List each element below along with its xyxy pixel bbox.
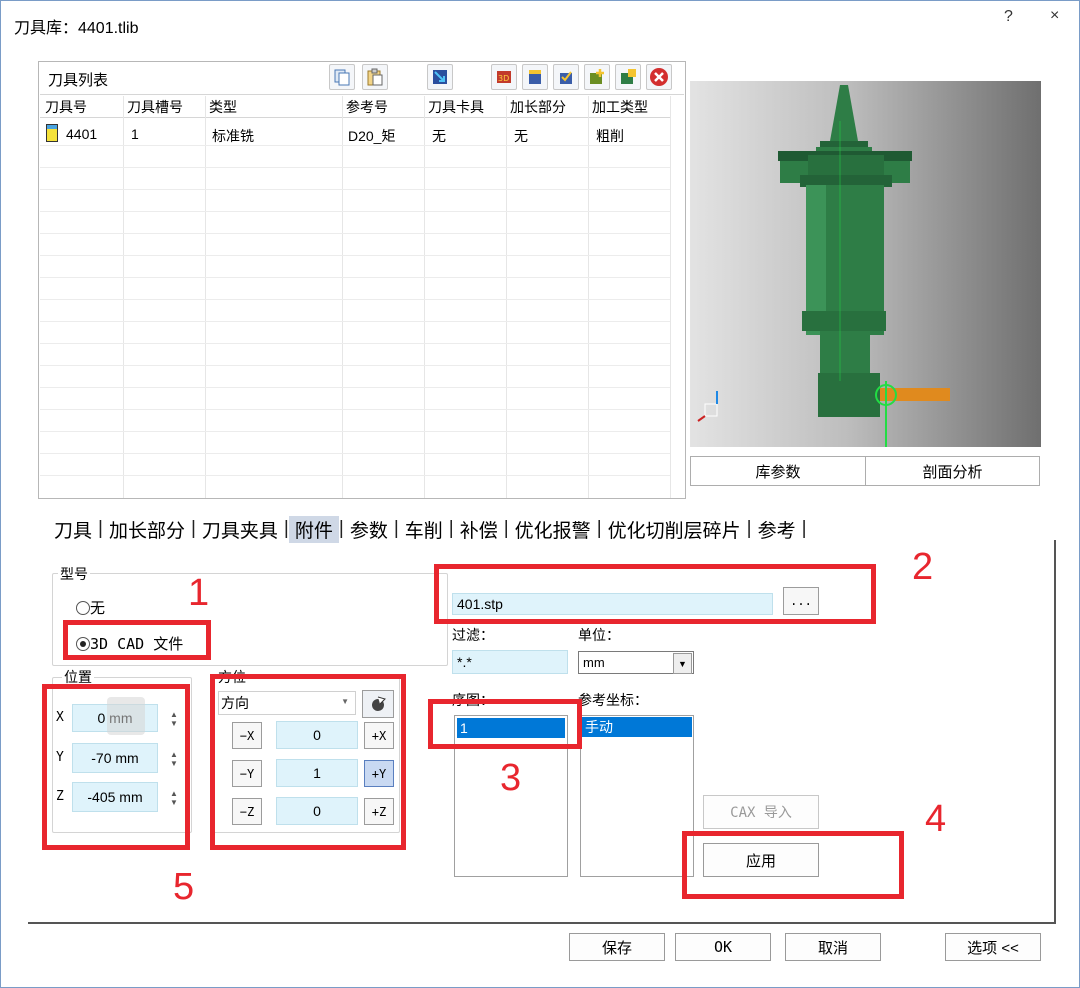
tool-holder-cell[interactable]: 无 [432,126,446,146]
tab-extension[interactable]: 加长部分 [103,516,191,543]
tool-ref-cell[interactable]: D20_矩 [348,126,395,146]
tab-optimize-layer-fragments[interactable]: 优化切削层碎片 [602,516,747,543]
tab-compensation[interactable]: 补偿 [454,516,504,543]
paste-icon[interactable] [362,64,388,90]
grid-divider [670,96,671,498]
column-tool-slot[interactable]: 刀具槽号 [127,97,183,117]
grid-row-line [40,365,670,366]
column-extension[interactable]: 加长部分 [510,97,566,117]
tab-reference[interactable]: 参考 [752,516,802,543]
annotation-box-1 [63,620,211,660]
help-button[interactable]: ? [1004,8,1013,26]
grid-row-line [40,233,670,234]
grid-divider [205,96,206,498]
tool-number-cell[interactable]: 4401 [66,126,97,142]
ok-button[interactable]: OK [675,933,771,961]
annotation-box-5-orientation [210,674,406,850]
tool-slot-cell[interactable]: 1 [131,126,139,142]
filter-label: 过滤： [452,627,494,643]
tool-3d-preview[interactable] [690,81,1041,447]
grid-divider [424,96,425,498]
tab-parameters[interactable]: 参数 [344,516,394,543]
column-machining-type[interactable]: 加工类型 [592,97,648,117]
new-3d-tool-icon[interactable]: 3D [491,64,517,90]
grid-row-line [40,475,670,476]
tool-machining-cell[interactable]: 粗削 [596,126,624,146]
grid-divider [506,96,507,498]
ref-coord-label: 参考坐标： [578,692,648,708]
tool-row-icon [46,124,58,142]
tool-type-cell[interactable]: 标准铣 [212,126,254,146]
tab-tool[interactable]: 刀具 [48,516,98,543]
grid-divider [588,96,589,498]
import-icon[interactable] [427,64,453,90]
column-tool-number[interactable]: 刀具号 [45,97,87,117]
tool-add-icon[interactable] [584,64,610,90]
option-none-label: 无 [90,600,106,617]
svg-text:3D: 3D [498,74,509,83]
tab-holder[interactable]: 刀具夹具 [196,516,284,543]
tool-extension-cell[interactable]: 无 [514,126,528,146]
tab-turning[interactable]: 车削 [399,516,449,543]
ref-coord-item[interactable]: 手动 [582,717,692,737]
delete-icon[interactable] [646,64,672,90]
grid-row-line [40,189,670,190]
grid-row-line [40,167,670,168]
grid-row-line [40,387,670,388]
copy-icon[interactable] [329,64,355,90]
model-option-none[interactable]: 无 [76,597,105,618]
grid-row-line [40,211,670,212]
section-analysis-button[interactable]: 剖面分析 [865,456,1040,486]
close-button[interactable]: × [1050,7,1059,25]
chevron-down-icon[interactable]: ▼ [673,653,692,674]
annotation-number-1: 1 [188,572,210,614]
annotation-box-5-position [42,684,190,850]
grid-divider [342,96,343,498]
tool-list-title: 刀具列表 [48,72,109,89]
annotation-number-5: 5 [173,866,195,908]
column-type[interactable]: 类型 [209,97,237,117]
annotation-box-4 [682,831,904,899]
grid-row-line [40,299,670,300]
annotation-box-3 [428,699,582,749]
grid-row-line [40,431,670,432]
column-holder[interactable]: 刀具卡具 [428,97,484,117]
tab-attachment[interactable]: 附件 [288,515,339,543]
model-group-label: 型号 [58,564,90,584]
filter-input[interactable]: *.* [452,650,568,674]
grid-row-line [40,255,670,256]
unit-label: 单位： [578,627,620,643]
radio-none[interactable] [76,601,90,615]
grid-row-line [40,409,670,410]
grid-row-line [40,453,670,454]
annotation-number-4: 4 [925,798,947,840]
cax-import-button[interactable]: CAX 导入 [703,795,819,829]
grid-row-line [40,277,670,278]
annotation-number-3: 3 [500,757,522,799]
unit-select-value: mm [583,655,605,670]
annotation-box-2 [434,564,876,624]
tool-check-icon[interactable] [553,64,579,90]
grid-row-line [40,343,670,344]
tab-bar: 刀具 | 加长部分 | 刀具夹具 | 附件 | 参数 | 车削 | 补偿 | 优化报警 | 优化… [48,514,807,544]
tool-edit-icon[interactable] [522,64,548,90]
grid-divider [123,96,124,498]
cancel-button[interactable]: 取消 [785,933,881,961]
grid-row-line [40,321,670,322]
tool-export-icon[interactable] [615,64,641,90]
options-button[interactable]: 选项 << [945,933,1041,961]
window-title: 刀具库：4401.tlib [14,20,139,37]
unit-select[interactable]: mm ▼ [578,651,694,674]
tab-optimize-alarm[interactable]: 优化报警 [509,516,597,543]
save-button[interactable]: 保存 [569,933,665,961]
column-reference[interactable]: 参考号 [346,97,388,117]
annotation-number-2: 2 [912,546,934,588]
lib-params-button[interactable]: 库参数 [690,456,866,486]
ref-coord-listbox[interactable]: 手动 [580,715,694,877]
